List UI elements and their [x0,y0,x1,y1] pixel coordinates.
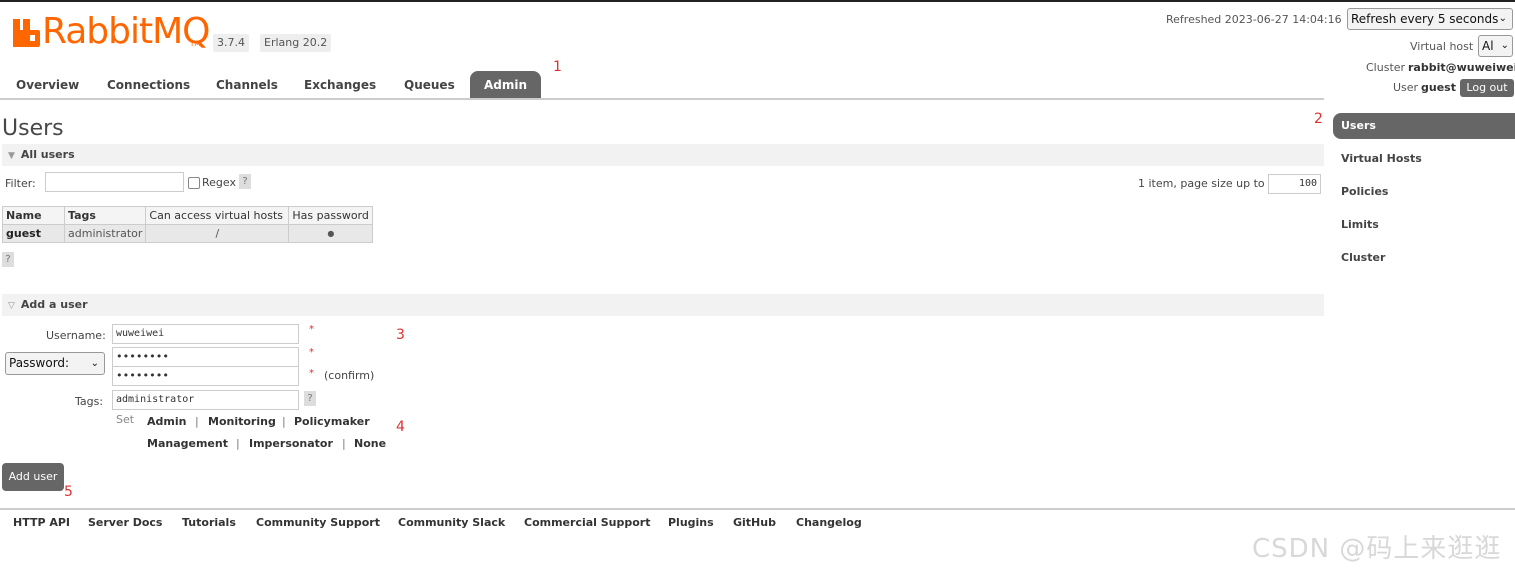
add-user-section-header[interactable]: ▽ Add a user [2,294,1324,316]
tag-option-policymaker[interactable]: Policymaker [294,415,370,428]
cluster-label: Cluster [1366,61,1406,74]
column-header-has-password[interactable]: Has password [288,206,374,225]
tab-connections[interactable]: Connections [93,71,204,99]
password-confirm-input[interactable]: •••••••• [112,366,299,386]
logout-button[interactable]: Log out [1460,79,1514,97]
refreshed-timestamp: Refreshed 2023-06-27 14:04:16 [1166,13,1342,26]
column-header-tags[interactable]: Tags [63,206,147,225]
footer-link-server-docs[interactable]: Server Docs [88,516,162,529]
set-tags-label: Set [116,413,135,426]
filter-label: Filter: [5,177,36,190]
footer-link-tutorials[interactable]: Tutorials [182,516,236,529]
all-users-heading: All users [20,148,75,161]
annotation-5: 5 [64,484,73,500]
password-confirm-required-marker: * [309,368,314,379]
column-header-name[interactable]: Name [2,206,65,225]
chevron-down-icon: ⌄ [1500,40,1509,51]
rabbitmq-logo-icon [13,19,40,47]
rabbitmq-version-badge: 3.7.4 [213,34,249,52]
footer-link-changelog[interactable]: Changelog [796,516,862,529]
column-header-vhosts[interactable]: Can access virtual hosts [145,206,290,225]
columns-help-button[interactable]: ? [2,252,14,267]
cluster-name: rabbit@wuweiwei [1408,61,1515,74]
regex-checkbox[interactable] [188,177,200,189]
tab-overview[interactable]: Overview [2,71,93,99]
all-users-section-header[interactable]: ▼ All users [2,144,1324,166]
filter-input[interactable] [45,172,184,192]
regex-help-button[interactable]: ? [239,174,251,189]
current-user-name: guest [1421,81,1456,94]
tab-admin[interactable]: Admin [470,71,542,99]
tag-option-none[interactable]: None [354,437,386,450]
users-table: Name Tags Can access virtual hosts Has p… [2,206,374,243]
password-required-marker: * [309,347,314,358]
regex-label: Regex [202,176,236,189]
footer-link-plugins[interactable]: Plugins [668,516,714,529]
tab-channels[interactable]: Channels [202,71,292,99]
tag-option-monitoring[interactable]: Monitoring [208,415,276,428]
table-header-row: Name Tags Can access virtual hosts Has p… [2,206,374,225]
tags-input[interactable]: administrator [112,390,299,410]
expand-triangle-icon: ▽ [8,301,15,311]
user-name-cell[interactable]: guest [2,224,65,243]
admin-nav-virtual-hosts[interactable]: Virtual Hosts [1333,146,1515,172]
user-tags-cell: administrator [63,224,147,243]
user-vhosts-cell: / [145,224,290,243]
tags-label: Tags: [75,395,104,408]
tag-separator: | [282,415,286,428]
tag-separator: | [342,437,346,450]
tag-separator: | [195,415,199,428]
annotation-3: 3 [396,327,405,343]
tab-queues[interactable]: Queues [390,71,469,99]
paging-text: 1 item, page size up to [1138,177,1265,190]
user-label: User [1393,81,1419,94]
username-label: Username: [46,329,106,342]
virtual-host-label: Virtual host [1410,40,1474,53]
tags-help-button[interactable]: ? [304,391,316,406]
page-size-input[interactable]: 100 [1268,174,1321,194]
add-user-button[interactable]: Add user [2,463,64,491]
footer-divider [0,508,1515,510]
refresh-interval-value: Refresh every 5 seconds [1351,12,1499,26]
refresh-interval-select[interactable]: Refresh every 5 seconds ⌄ [1347,8,1513,30]
username-required-marker: * [309,324,314,335]
tag-option-management[interactable]: Management [147,437,228,450]
page-title: Users [2,116,64,141]
footer-link-community-support[interactable]: Community Support [256,516,380,529]
footer-link-github[interactable]: GitHub [733,516,776,529]
footer-link-http-api[interactable]: HTTP API [13,516,70,529]
username-input[interactable]: wuweiwei [112,324,299,344]
admin-nav-policies[interactable]: Policies [1333,179,1515,205]
annotation-2: 2 [1314,111,1323,127]
tab-divider [0,98,1324,100]
tag-option-impersonator[interactable]: Impersonator [249,437,333,450]
virtual-host-select[interactable]: Al ⌄ [1478,35,1513,57]
tag-separator: | [236,437,240,450]
logo-text: RabbitMQ [42,11,210,52]
admin-nav-limits[interactable]: Limits [1333,212,1515,238]
csdn-watermark: CSDN @码上来逛逛 [1252,534,1502,564]
tab-exchanges[interactable]: Exchanges [290,71,390,99]
virtual-host-value: Al [1482,39,1494,53]
password-type-select[interactable]: Password: ⌄ [5,352,105,375]
admin-nav-users[interactable]: Users [1333,113,1515,139]
chevron-down-icon: ⌄ [90,358,99,369]
table-row[interactable]: guest administrator / ● [2,224,374,243]
admin-nav-cluster[interactable]: Cluster [1333,245,1515,271]
annotation-1: 1 [553,59,562,75]
password-type-value: Password: [9,356,70,370]
password-input[interactable]: •••••••• [112,347,299,367]
annotation-4: 4 [396,419,405,435]
chevron-down-icon: ⌄ [1498,13,1507,24]
collapse-triangle-icon: ▼ [8,151,15,161]
add-user-heading: Add a user [20,298,88,311]
logo-trademark: TM [190,40,201,48]
confirm-label: (confirm) [324,369,375,382]
footer-link-commercial-support[interactable]: Commercial Support [524,516,651,529]
tag-option-admin[interactable]: Admin [147,415,186,428]
footer-link-community-slack[interactable]: Community Slack [398,516,505,529]
user-has-password-cell: ● [288,224,374,243]
erlang-version-badge: Erlang 20.2 [260,34,332,52]
